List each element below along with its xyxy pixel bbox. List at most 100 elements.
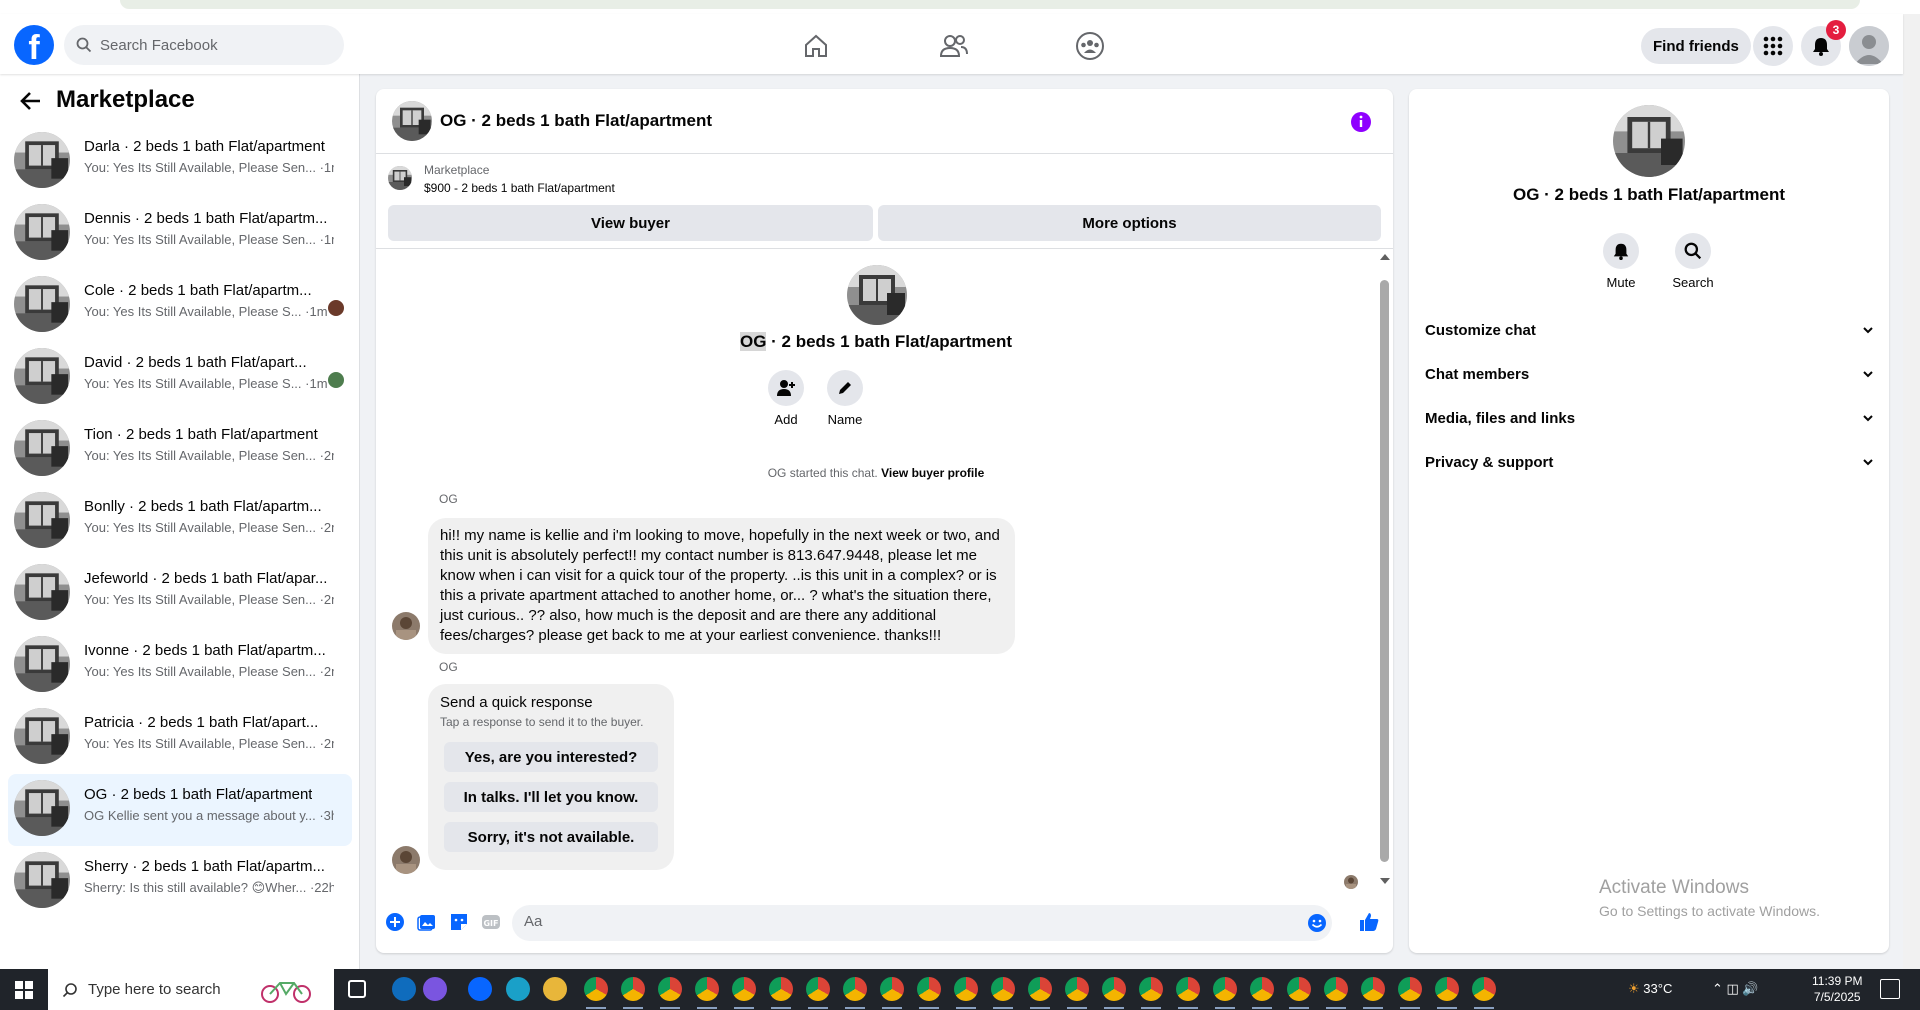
chat-list-item[interactable]: Dennis · 2 beds 1 bath Flat/apartm... You…: [8, 198, 352, 270]
chrome-icon[interactable]: [991, 977, 1015, 1001]
chat-list-item[interactable]: Patricia · 2 beds 1 bath Flat/apart... Yo…: [8, 702, 352, 774]
gif-icon[interactable]: GIF: [480, 911, 502, 933]
chrome-icon[interactable]: [1435, 977, 1459, 1001]
pencil-icon[interactable]: [827, 370, 863, 406]
system-tray-icons[interactable]: ⌃ ◫ 🔊: [1712, 981, 1759, 997]
view-buyer-profile-link[interactable]: View buyer profile: [881, 466, 984, 480]
chrome-icon[interactable]: [1361, 977, 1385, 1001]
windows-start-icon[interactable]: [0, 969, 48, 1010]
chrome-icon[interactable]: [1139, 977, 1163, 1001]
outlook-icon[interactable]: [392, 977, 416, 1001]
file-explorer-icon[interactable]: [543, 977, 567, 1001]
chat-list-item[interactable]: Tion · 2 beds 1 bath Flat/apartment You: …: [8, 414, 352, 486]
more-options-button[interactable]: More options: [878, 205, 1381, 241]
chrome-icon[interactable]: [1287, 977, 1311, 1001]
chrome-icon[interactable]: [1213, 977, 1237, 1001]
message-scrollbar[interactable]: [1376, 250, 1393, 890]
photo-gallery-icon[interactable]: [416, 911, 438, 933]
chat-list-item[interactable]: Sherry · 2 beds 1 bath Flat/apartm... She…: [8, 846, 352, 918]
chrome-icon[interactable]: [880, 977, 904, 1001]
chrome-icon[interactable]: [806, 977, 830, 1001]
sticker-icon[interactable]: [448, 911, 470, 933]
chat-list-item[interactable]: Darla · 2 beds 1 bath Flat/apartment You:…: [8, 126, 352, 198]
chrome-icon[interactable]: [732, 977, 756, 1001]
mute-action[interactable]: Mute: [1591, 233, 1651, 290]
quick-response-button[interactable]: In talks. I'll let you know.: [444, 782, 658, 812]
view-buyer-button[interactable]: View buyer: [388, 205, 873, 241]
chat-members-section[interactable]: Chat members: [1425, 358, 1875, 390]
facebook-app-icon[interactable]: [468, 977, 492, 1001]
chat-list-item[interactable]: OG · 2 beds 1 bath Flat/apartment OG Kell…: [8, 774, 352, 846]
quick-response-button[interactable]: Sorry, it's not available.: [444, 822, 658, 852]
chrome-icon[interactable]: [769, 977, 793, 1001]
listing-price[interactable]: $900 - 2 beds 1 bath Flat/apartment: [424, 181, 615, 195]
chrome-icon[interactable]: [843, 977, 867, 1001]
search-input[interactable]: [100, 36, 320, 54]
search-box[interactable]: [64, 25, 344, 65]
like-thumbs-up-icon[interactable]: [1358, 911, 1380, 933]
search-chat-action[interactable]: Search: [1663, 233, 1723, 290]
running-indicator: [771, 1007, 791, 1009]
chat-list-item[interactable]: Cole · 2 beds 1 bath Flat/apartm... You: …: [8, 270, 352, 342]
edge-icon[interactable]: [506, 977, 530, 1001]
info-icon[interactable]: [1350, 111, 1372, 133]
find-friends-button[interactable]: Find friends: [1641, 28, 1751, 64]
chat-preview: You: Yes Its Still Available, Please S..…: [84, 304, 328, 319]
page-scrollbar[interactable]: [1903, 14, 1920, 969]
chrome-icon[interactable]: [1065, 977, 1089, 1001]
message-input-box[interactable]: [512, 905, 1332, 941]
listing-thumbnail[interactable]: [392, 101, 432, 141]
add-person-icon[interactable]: [768, 370, 804, 406]
magnifier-icon[interactable]: [1675, 233, 1711, 269]
scroll-down-arrow-icon[interactable]: [1380, 878, 1390, 884]
chrome-icon[interactable]: [1176, 977, 1200, 1001]
chrome-icon[interactable]: [695, 977, 719, 1001]
task-view-icon[interactable]: [348, 980, 366, 998]
bell-icon[interactable]: [1603, 233, 1639, 269]
message-input[interactable]: [524, 913, 1284, 930]
facebook-logo-icon[interactable]: f: [14, 25, 54, 65]
quick-response-button[interactable]: Yes, are you interested?: [444, 742, 658, 772]
back-arrow-icon[interactable]: [18, 88, 44, 114]
chrome-icon[interactable]: [954, 977, 978, 1001]
plus-circle-icon[interactable]: [384, 911, 406, 933]
customize-chat-section[interactable]: Customize chat: [1425, 314, 1875, 346]
sender-avatar[interactable]: [392, 612, 420, 640]
profile-avatar[interactable]: [1849, 26, 1889, 66]
copilot-icon[interactable]: [423, 977, 447, 1001]
chrome-icon[interactable]: [1102, 977, 1126, 1001]
chat-list-item[interactable]: Bonlly · 2 beds 1 bath Flat/apartm... You…: [8, 486, 352, 558]
chrome-icon[interactable]: [917, 977, 941, 1001]
weather-widget[interactable]: ☀ 33°C: [1628, 981, 1672, 997]
chrome-icon[interactable]: [1324, 977, 1348, 1001]
friends-icon[interactable]: [938, 30, 970, 62]
scroll-up-arrow-icon[interactable]: [1380, 254, 1390, 260]
chat-list-item[interactable]: Jefeworld · 2 beds 1 bath Flat/apar... Yo…: [8, 558, 352, 630]
chrome-icon[interactable]: [1250, 977, 1274, 1001]
chrome-icon[interactable]: [1398, 977, 1422, 1001]
chrome-icon[interactable]: [658, 977, 682, 1001]
chat-list-item[interactable]: David · 2 beds 1 bath Flat/apart... You: …: [8, 342, 352, 414]
weather-sun-icon: ☀: [1628, 981, 1640, 996]
taskbar-clock[interactable]: 11:39 PM 7/5/2025: [1812, 973, 1862, 1005]
sender-avatar[interactable]: [392, 846, 420, 874]
chrome-icon[interactable]: [584, 977, 608, 1001]
taskbar-search[interactable]: [48, 969, 334, 1010]
notification-center-icon[interactable]: [1880, 979, 1900, 999]
chrome-icon[interactable]: [1472, 977, 1496, 1001]
quick-response-title: Send a quick response: [440, 694, 593, 711]
chat-list-item[interactable]: Ivonne · 2 beds 1 bath Flat/apartm... You…: [8, 630, 352, 702]
name-chat-action[interactable]: Name: [815, 370, 875, 427]
menu-grid-icon[interactable]: [1753, 26, 1793, 66]
chrome-icon[interactable]: [621, 977, 645, 1001]
privacy-support-section[interactable]: Privacy & support: [1425, 446, 1875, 478]
scroll-thumb[interactable]: [1380, 280, 1389, 862]
media-files-links-section[interactable]: Media, files and links: [1425, 402, 1875, 434]
add-people-action[interactable]: Add: [756, 370, 816, 427]
taskbar-search-input[interactable]: [88, 981, 258, 998]
details-thumbnail[interactable]: [1613, 105, 1685, 177]
groups-icon[interactable]: [1074, 30, 1106, 62]
chrome-icon[interactable]: [1028, 977, 1052, 1001]
emoji-icon[interactable]: [1307, 913, 1327, 933]
home-icon[interactable]: [800, 30, 832, 62]
